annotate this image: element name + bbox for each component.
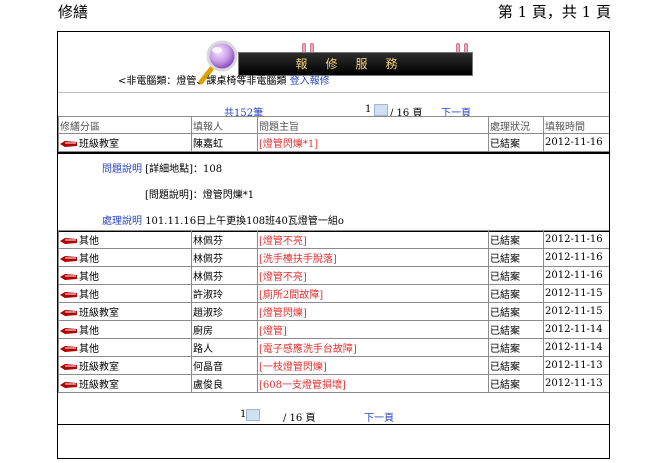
reporter: 許淑玲 [191,284,258,303]
page-input[interactable] [374,104,388,116]
category: 班級教室 [79,380,119,391]
subject-link[interactable]: [一枝燈管閃爍] [259,362,327,373]
subject-link[interactable]: [燈管] [259,326,287,337]
pager-bottom: 1 / 16 頁 下一頁 [58,409,609,424]
date: 2012-11-16 [543,266,609,285]
table-row[interactable]: 其他 林佩芬 [燈管不亮] 已結案 2012-11-16 [58,230,609,249]
subject-link[interactable]: [燈管閃爍] [259,308,307,319]
problem-location: [詳細地點]：108 [145,164,223,175]
reporter: 廚房 [191,320,258,339]
detail-panel: 問題說明 [詳細地點]：108 [問題說明]：燈管閃爍*1 處理說明 101.1… [58,152,609,232]
status: 已結案 [488,356,544,375]
col-header-reporter: 填報人 [191,116,258,134]
page-of-total: / 16 頁 [283,413,316,424]
repair-service-frame: 報修服務 <非電腦類：燈管、課桌椅等非電腦類 登入報修 共152筆 1 / 16… [57,31,610,459]
page-input[interactable] [246,409,260,421]
table-row[interactable]: 班級教室 何晶音 [一枝燈管閃爍] 已結案 2012-11-13 [58,356,609,375]
reporter: 盧俊良 [191,374,258,393]
category: 班級教室 [79,362,119,373]
status: 已結案 [488,248,544,267]
status: 已結案 [488,338,544,357]
reporter: 路人 [191,338,258,357]
date: 2012-11-14 [543,320,609,339]
category-icon [60,141,77,147]
reporter: 林佩芬 [191,248,258,267]
category-icon [60,274,77,280]
table-row[interactable]: 其他 路人 [電子感應洗手台故障] 已結案 2012-11-14 [58,338,609,357]
next-page-link[interactable]: 下一頁 [364,409,394,424]
table-header-row: 修繕分區 填報人 問題主旨 處理狀況 填報時間 [58,116,609,134]
status: 已結案 [488,374,544,393]
category: 其他 [79,254,99,265]
subject-link[interactable]: [608一支燈管損壞] [259,380,346,391]
date: 2012-11-16 [543,230,609,249]
category-icon [60,328,77,334]
reporter: 何晶音 [191,356,258,375]
category: 其他 [79,344,99,355]
problem-label: 問題說明 [102,164,142,175]
notice-line: <非電腦類：燈管、課桌椅等非電腦類 登入報修 [118,72,330,87]
reporter: 林佩芬 [191,266,258,285]
repair-table-rows: 其他 林佩芬 [燈管不亮] 已結案 2012-11-16 其他 林佩芬 [洗手檯扶手脫落] 已結… [58,230,609,393]
table-row[interactable]: 其他 林佩芬 [洗手檯扶手脫落] 已結案 2012-11-16 [58,248,609,267]
subject-link[interactable]: [燈管閃爍*1] [259,139,318,150]
reporter: 林佩芬 [191,230,258,249]
table-row[interactable]: 班級教室 陳嘉虹 [燈管閃爍*1] 已結案 2012-11-16 [58,133,609,152]
status: 已結案 [488,284,544,303]
category-icon [60,364,77,370]
problem-description: [問題說明]：燈管閃爍*1 [145,190,255,201]
notice-text: <非電腦類：燈管、課桌椅等非電腦類 [118,76,287,87]
table-row[interactable]: 班級教室 盧俊良 [608一支燈管損壞] 已結案 2012-11-13 [58,374,609,393]
category-icon [60,382,77,388]
col-header-status: 處理狀況 [488,116,544,134]
status: 已結案 [488,320,544,339]
subject-link[interactable]: [廁所2間故障] [259,290,323,301]
date: 2012-11-15 [543,284,609,303]
page-current: 1 [365,104,372,115]
col-header-area: 修繕分區 [58,116,192,134]
category: 其他 [79,236,99,247]
repair-table: 修繕分區 填報人 問題主旨 處理狀況 填報時間 班級教室 陳嘉虹 [燈管閃爍*1… [58,116,609,152]
table-row[interactable]: 其他 廚房 [燈管] 已結案 2012-11-14 [58,320,609,339]
page-left-title: 修繕 [58,3,89,21]
status: 已結案 [488,266,544,285]
subject-link[interactable]: [燈管不亮] [259,236,307,247]
category: 其他 [79,272,99,283]
login-report-link[interactable]: 登入報修 [290,76,330,87]
col-header-subject: 問題主旨 [257,116,489,134]
category: 其他 [79,290,99,301]
date: 2012-11-16 [543,133,609,152]
page-header: 修繕 第 1 頁，共 1 頁 [0,0,667,22]
category-icon [60,256,77,262]
category-icon [60,292,77,298]
page-number: 第 1 頁，共 1 頁 [497,3,611,21]
resolution-text: 101.11.16日上午更換108班40瓦燈管一組o [145,216,344,227]
table-row[interactable]: 班級教室 趙淑珍 [燈管閃爍] 已結案 2012-11-15 [58,302,609,321]
category: 班級教室 [79,308,119,319]
subject-link[interactable]: [燈管不亮] [259,272,307,283]
date: 2012-11-15 [543,302,609,321]
reporter: 陳嘉虹 [191,133,258,152]
reporter: 趙淑珍 [191,302,258,321]
category-icon [60,310,77,316]
category-icon [60,346,77,352]
subject-link[interactable]: [電子感應洗手台故障] [259,344,357,355]
date: 2012-11-14 [543,338,609,357]
category: 其他 [79,326,99,337]
col-header-date: 填報時間 [543,116,609,134]
date: 2012-11-13 [543,374,609,393]
status: 已結案 [488,230,544,249]
category-icon [60,238,77,244]
status: 已結案 [488,302,544,321]
date: 2012-11-16 [543,248,609,267]
divider [58,424,609,425]
subject-link[interactable]: [洗手檯扶手脫落] [259,254,337,265]
divider [58,92,609,93]
resolution-label: 處理說明 [102,216,142,227]
status: 已結案 [488,133,544,152]
date: 2012-11-13 [543,356,609,375]
table-row[interactable]: 其他 林佩芬 [燈管不亮] 已結案 2012-11-16 [58,266,609,285]
table-row[interactable]: 其他 許淑玲 [廁所2間故障] 已結案 2012-11-15 [58,284,609,303]
category: 班級教室 [79,139,119,150]
